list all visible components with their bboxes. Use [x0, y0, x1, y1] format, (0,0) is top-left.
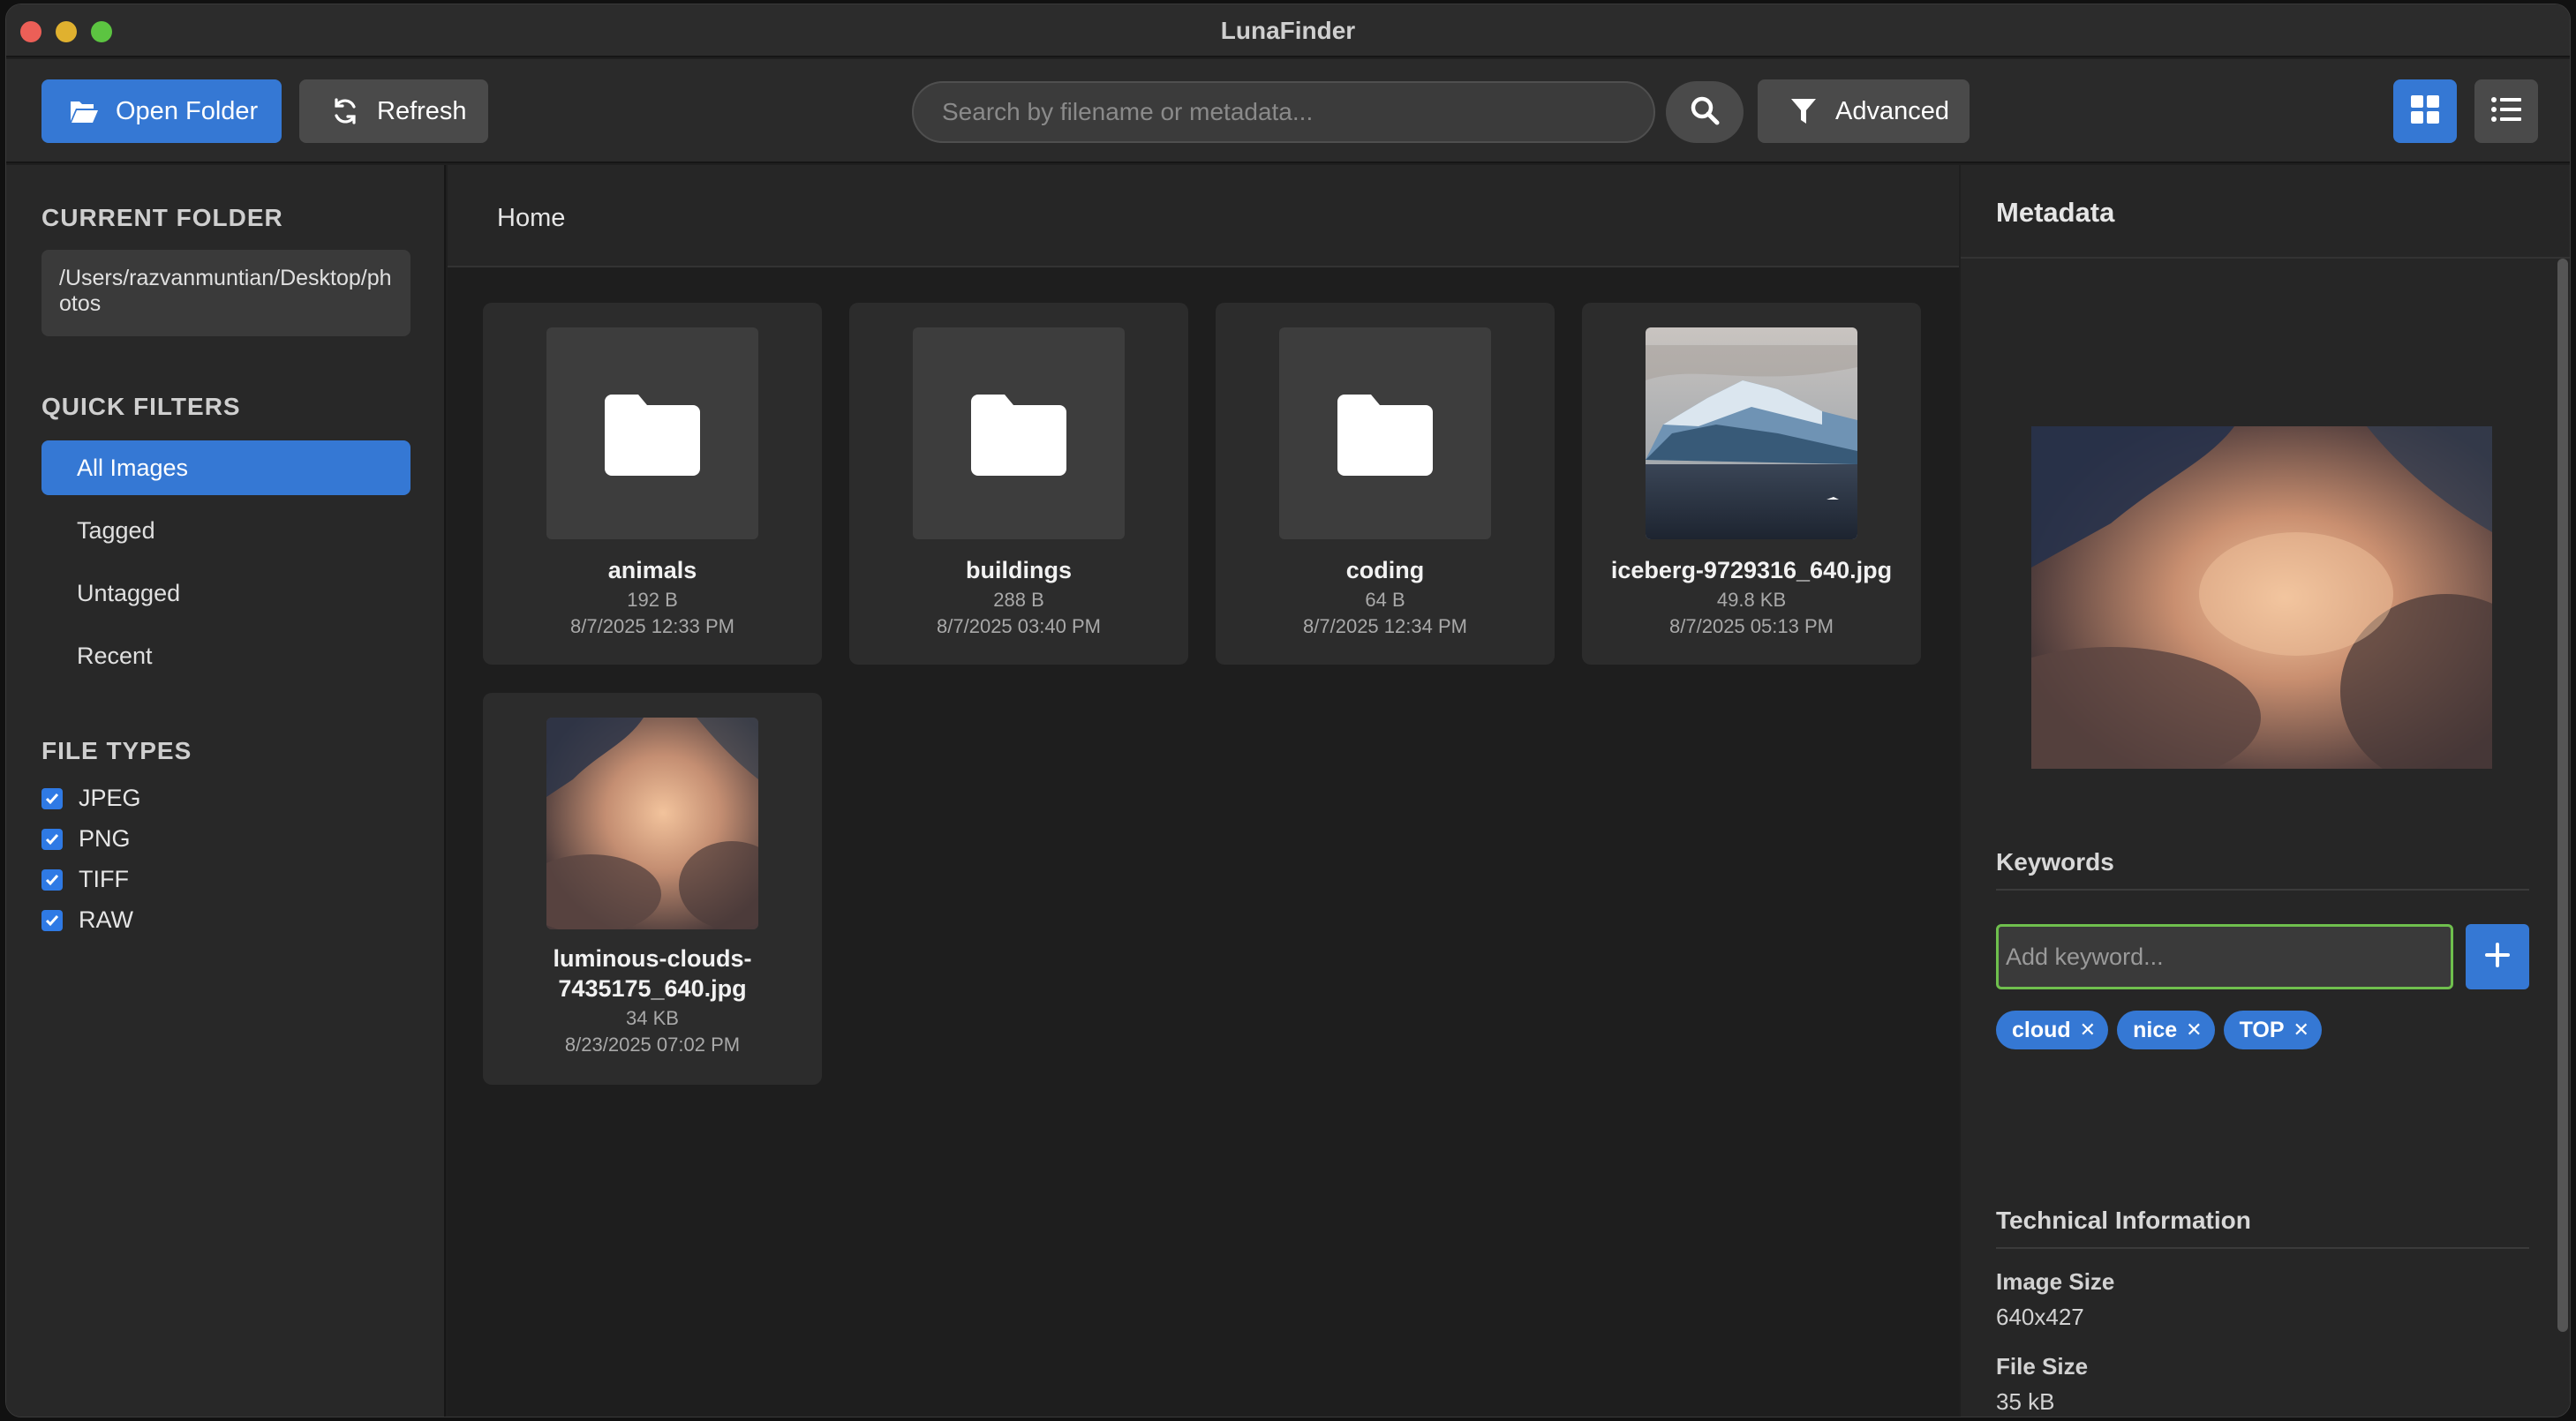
image-preview: [2031, 426, 2492, 769]
iceberg-thumbnail: [1646, 327, 1857, 539]
quick-filter-all-images[interactable]: All Images: [41, 440, 411, 495]
item-date: 8/7/2025 05:13 PM: [1669, 615, 1834, 637]
technical-info-heading: Technical Information: [1996, 1207, 2529, 1249]
keyword-label: nice: [2133, 1017, 2178, 1042]
folder-icon: [1279, 327, 1491, 539]
current-folder-heading: CURRENT FOLDER: [41, 204, 283, 231]
plus-icon: [2485, 942, 2510, 972]
list-view-button[interactable]: [2474, 79, 2538, 143]
item-date: 8/7/2025 12:33 PM: [570, 615, 734, 637]
keyword-tag: nice ✕: [2117, 1011, 2215, 1049]
item-size: 192 B: [627, 589, 678, 611]
clouds-thumbnail: [546, 718, 758, 929]
file-type-tiff[interactable]: TIFF: [41, 866, 129, 893]
file-type-png[interactable]: PNG: [41, 825, 131, 853]
advanced-label: Advanced: [1835, 96, 1949, 125]
folder-card-animals[interactable]: animals 192 B 8/7/2025 12:33 PM: [483, 303, 822, 665]
checkbox-checked-icon[interactable]: [41, 828, 63, 850]
search-button[interactable]: [1666, 81, 1744, 143]
item-date: 8/7/2025 03:40 PM: [937, 615, 1101, 637]
remove-tag-icon[interactable]: ✕: [2294, 1019, 2309, 1041]
file-size-label: File Size: [1996, 1353, 2089, 1380]
quick-filter-label: Tagged: [77, 516, 155, 544]
item-size: 288 B: [993, 589, 1044, 611]
file-types-heading: FILE TYPES: [41, 737, 192, 764]
item-name: luminous-clouds-7435175_640.jpg: [553, 945, 752, 1002]
file-type-label: RAW: [79, 906, 133, 933]
remove-tag-icon[interactable]: ✕: [2186, 1019, 2202, 1041]
title-bar: LunaFinder: [6, 4, 2570, 57]
keyword-input[interactable]: [1996, 924, 2453, 989]
folder-open-icon: [66, 95, 102, 127]
grid-icon: [2410, 94, 2440, 129]
refresh-icon: [328, 95, 363, 127]
breadcrumb-home[interactable]: Home: [497, 204, 565, 233]
refresh-label: Refresh: [377, 96, 467, 125]
metadata-header: Metadata: [1961, 165, 2570, 259]
quick-filter-label: Untagged: [77, 579, 181, 606]
breadcrumb-bar: Home: [448, 165, 1959, 267]
grid-view-button[interactable]: [2393, 79, 2457, 143]
keyword-tags: cloud ✕ nice ✕ TOP ✕: [1996, 1011, 2322, 1049]
app-window: LunaFinder Open Folder Refresh Search by…: [5, 4, 2571, 1417]
item-size: 64 B: [1365, 589, 1405, 611]
file-type-jpeg[interactable]: JPEG: [41, 785, 141, 812]
keyword-label: TOP: [2239, 1017, 2285, 1042]
keyword-label: cloud: [2012, 1017, 2071, 1042]
item-name: animals: [607, 557, 697, 583]
image-card-iceberg[interactable]: iceberg-9729316_640.jpg 49.8 KB 8/7/2025…: [1582, 303, 1921, 665]
metadata-title: Metadata: [1996, 197, 2115, 228]
remove-tag-icon[interactable]: ✕: [2080, 1019, 2096, 1041]
refresh-button[interactable]: Refresh: [299, 79, 488, 143]
quick-filters-heading: QUICK FILTERS: [41, 393, 241, 420]
search-icon: [1689, 94, 1721, 131]
item-name: iceberg-9729316_640.jpg: [1610, 557, 1893, 583]
folder-icon: [546, 327, 758, 539]
item-date: 8/7/2025 12:34 PM: [1303, 615, 1467, 637]
window-title: LunaFinder: [1220, 17, 1356, 44]
item-name: coding: [1345, 557, 1425, 583]
filter-icon: [1786, 95, 1821, 127]
current-folder-path: /Users/razvanmuntian/Desktop/photos: [41, 250, 411, 336]
folder-icon: [913, 327, 1125, 539]
image-card-luminous-clouds[interactable]: luminous-clouds-7435175_640.jpg 34 KB 8/…: [483, 693, 822, 1085]
item-size: 34 KB: [626, 1007, 679, 1029]
file-type-label: PNG: [79, 825, 131, 852]
quick-filter-label: Recent: [77, 642, 153, 669]
keyword-tag: TOP ✕: [2223, 1011, 2322, 1049]
file-browser: Home animals 192 B 8/7/2025 12:33 PM bui…: [448, 165, 1959, 1417]
sidebar: CURRENT FOLDER /Users/razvanmuntian/Desk…: [6, 165, 446, 1417]
search-input[interactable]: [912, 81, 1655, 143]
image-size-value: 640x427: [1996, 1304, 2084, 1330]
keyword-tag: cloud ✕: [1996, 1011, 2109, 1049]
file-type-label: JPEG: [79, 785, 141, 811]
checkbox-checked-icon[interactable]: [41, 909, 63, 931]
checkbox-checked-icon[interactable]: [41, 787, 63, 809]
item-size: 49.8 KB: [1716, 589, 1787, 611]
quick-filter-tagged[interactable]: Tagged: [41, 503, 411, 558]
image-size-label: Image Size: [1996, 1268, 2115, 1295]
folder-card-buildings[interactable]: buildings 288 B 8/7/2025 03:40 PM: [849, 303, 1188, 665]
quick-filter-recent[interactable]: Recent: [41, 628, 411, 683]
add-keyword-button[interactable]: [2466, 924, 2529, 989]
checkbox-checked-icon[interactable]: [41, 868, 63, 891]
keywords-heading: Keywords: [1996, 848, 2529, 891]
metadata-panel: Metadata Keywords cloud: [1961, 165, 2570, 1417]
folder-card-coding[interactable]: coding 64 B 8/7/2025 12:34 PM: [1216, 303, 1555, 665]
file-type-label: TIFF: [79, 866, 129, 892]
item-name: buildings: [966, 557, 1072, 583]
item-date: 8/23/2025 07:02 PM: [564, 1034, 741, 1056]
advanced-search-button[interactable]: Advanced: [1758, 79, 1970, 143]
file-type-raw[interactable]: RAW: [41, 906, 133, 934]
toolbar: Open Folder Refresh Advanced: [6, 59, 2570, 163]
open-folder-label: Open Folder: [116, 96, 259, 125]
open-folder-button[interactable]: Open Folder: [41, 79, 282, 143]
metadata-scrollbar[interactable]: [2557, 259, 2568, 1332]
list-icon: [2491, 96, 2521, 127]
quick-filter-label: All Images: [77, 454, 189, 481]
quick-filter-untagged[interactable]: Untagged: [41, 566, 411, 620]
file-size-value: 35 kB: [1996, 1388, 2055, 1415]
